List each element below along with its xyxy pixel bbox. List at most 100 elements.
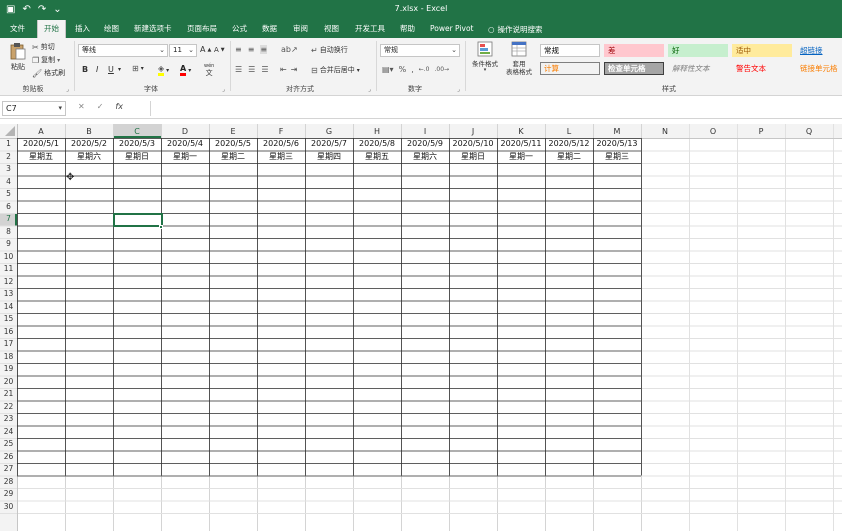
column-header-i[interactable]: I [401,126,449,138]
row-header[interactable]: 8 [0,226,17,238]
formula-input[interactable] [150,101,840,116]
row-header[interactable]: 12 [0,276,17,288]
column-header-d[interactable]: D [161,126,209,138]
tab-data[interactable]: 数据 [262,20,277,38]
font-color-button[interactable]: A ▾ [180,64,191,76]
style-check-cell[interactable]: 检查单元格 [604,62,664,75]
fill-color-button[interactable]: ◈ ▾ [158,64,169,76]
cell-h1[interactable]: 2020/5/8 [353,138,401,151]
row-header[interactable]: 7 [0,213,17,225]
row-header[interactable]: 11 [0,263,17,275]
cell-c2[interactable]: 星期日 [113,151,161,164]
column-header-g[interactable]: G [305,126,353,138]
row-header[interactable]: 25 [0,438,17,450]
align-left-icon[interactable]: ☰ [235,65,242,74]
column-header-k[interactable]: K [497,126,545,138]
orientation-button[interactable]: ab↗ [281,45,298,54]
tab-formulas[interactable]: 公式 [232,20,247,38]
accounting-format-icon[interactable]: ▤▾ [382,65,394,74]
font-launcher-icon[interactable]: ⌟ [222,86,225,93]
row-header[interactable]: 23 [0,413,17,425]
column-header-j[interactable]: J [449,126,497,138]
column-header-l[interactable]: L [545,126,593,138]
paste-button[interactable]: 粘贴 [6,42,30,72]
cell-a2[interactable]: 星期五 [17,151,65,164]
active-cell[interactable] [112,212,163,227]
cell-e2[interactable]: 星期二 [209,151,257,164]
grow-font-button[interactable]: A ▲ [200,45,211,54]
cut-button[interactable]: ✂ 剪切 [32,42,55,52]
tab-power-pivot[interactable]: Power Pivot [430,20,473,38]
column-header-h[interactable]: H [353,126,401,138]
bold-button[interactable]: B [82,65,88,74]
align-right-icon[interactable]: ☰ [261,65,268,74]
row-header[interactable]: 18 [0,351,17,363]
cancel-entry-icon[interactable]: ✕ [78,102,85,111]
cell-e1[interactable]: 2020/5/5 [209,138,257,151]
row-header[interactable]: 13 [0,288,17,300]
style-warning[interactable]: 警告文本 [732,62,792,75]
tab-page-layout[interactable]: 页面布局 [187,20,217,38]
row-header[interactable]: 27 [0,463,17,475]
tab-file[interactable]: 文件 [10,20,25,38]
format-painter-button[interactable]: 🖌 格式刷 [32,68,65,78]
tell-me-search[interactable]: ○ 操作说明搜索 [488,20,543,38]
worksheet-grid[interactable]: A B C D E F G H I J K L M N O P Q 1 2 3 4 5 6 7 8 9 10 11 12 13 14 15 16… [0,124,842,531]
column-header-e[interactable]: E [209,126,257,138]
format-as-table-button[interactable]: 套用 表格格式 [502,41,536,76]
increase-indent-icon[interactable]: ⇥ [291,65,298,74]
row-header[interactable]: 1 [0,138,17,150]
column-header-m[interactable]: M [593,126,641,138]
style-good[interactable]: 好 [668,44,728,57]
row-header[interactable]: 15 [0,313,17,325]
align-bottom-icon[interactable]: ≡ [260,45,268,54]
wrap-text-button[interactable]: ↵ 自动换行 [311,45,348,55]
phonetic-button[interactable]: wén 文 [204,63,214,77]
tab-new-tab[interactable]: 新建选项卡 [134,20,172,38]
style-linked-cell[interactable]: 链接单元格 [796,62,840,75]
number-format-combo[interactable]: 常规 ⌄ [380,44,460,57]
cell-k1[interactable]: 2020/5/11 [497,138,545,151]
alignment-launcher-icon[interactable]: ⌟ [368,86,371,93]
cell-i2[interactable]: 星期六 [401,151,449,164]
style-normal[interactable]: 常规 [540,44,600,57]
row-header[interactable]: 20 [0,376,17,388]
cell-j1[interactable]: 2020/5/10 [449,138,497,151]
column-header-a[interactable]: A [17,126,65,138]
copy-button[interactable]: ❐ 复制 ▾ [32,55,60,65]
tab-draw[interactable]: 绘图 [104,20,119,38]
row-header[interactable]: 3 [0,163,17,175]
conditional-formatting-button[interactable]: 条件格式 ▾ [468,41,502,73]
comma-style-button[interactable]: , [411,65,414,74]
cell-g1[interactable]: 2020/5/7 [305,138,353,151]
confirm-entry-icon[interactable]: ✓ [97,102,104,111]
row-header[interactable]: 28 [0,476,17,488]
column-header-f[interactable]: F [257,126,305,138]
tab-home[interactable]: 开始 [37,20,66,38]
column-header-p[interactable]: P [737,126,785,138]
font-size-combo[interactable]: 11 ⌄ [169,44,197,57]
row-header[interactable]: 9 [0,238,17,250]
cell-f1[interactable]: 2020/5/6 [257,138,305,151]
column-header-b[interactable]: B [65,126,113,138]
align-center-icon[interactable]: ☰ [248,65,255,74]
row-header[interactable]: 22 [0,401,17,413]
tab-insert[interactable]: 插入 [75,20,90,38]
decrease-indent-icon[interactable]: ⇤ [280,65,287,74]
column-header-o[interactable]: O [689,126,737,138]
cell-k2[interactable]: 星期一 [497,151,545,164]
row-header[interactable]: 10 [0,251,17,263]
row-header[interactable]: 19 [0,363,17,375]
row-header[interactable]: 26 [0,451,17,463]
cell-d2[interactable]: 星期一 [161,151,209,164]
number-launcher-icon[interactable]: ⌟ [457,86,460,93]
italic-button[interactable]: I [96,65,98,74]
style-hyperlink[interactable]: 超链接 [796,44,840,57]
cell-b2[interactable]: 星期六 [65,151,113,164]
row-header[interactable]: 29 [0,488,17,500]
row-header[interactable]: 2 [0,151,17,163]
cell-l1[interactable]: 2020/5/12 [545,138,593,151]
chevron-down-icon[interactable]: ▾ [118,66,121,73]
cell-d1[interactable]: 2020/5/4 [161,138,209,151]
row-header[interactable]: 5 [0,188,17,200]
